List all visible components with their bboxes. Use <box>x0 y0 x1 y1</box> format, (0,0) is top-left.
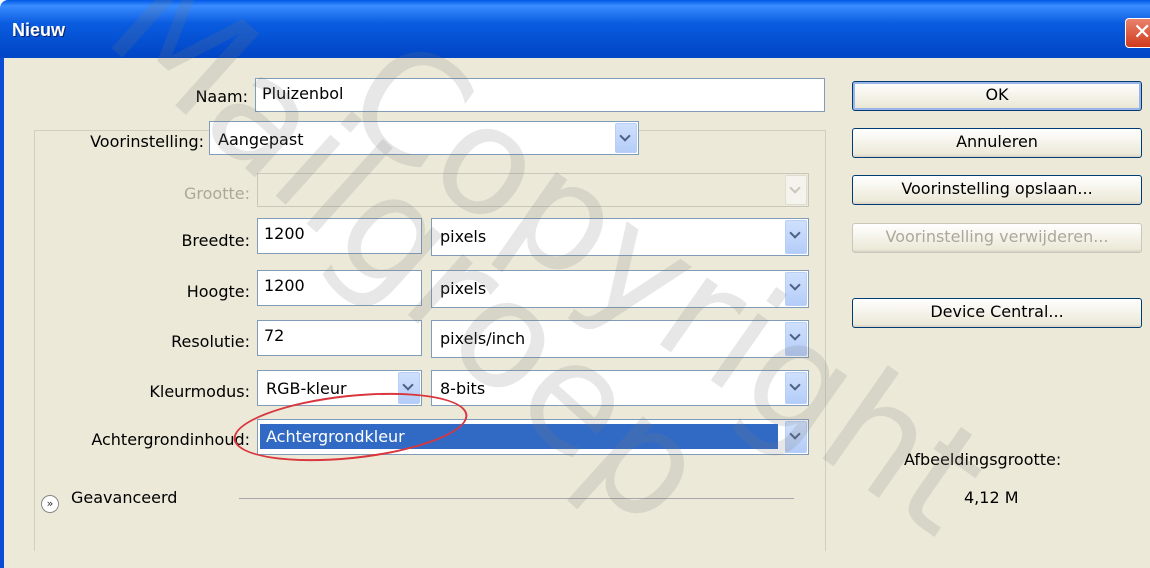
height-input[interactable]: 1200 <box>257 270 422 306</box>
image-size-label: Afbeeldingsgrootte: <box>904 450 1062 469</box>
save-preset-button[interactable]: Voorinstelling opslaan... <box>852 175 1142 205</box>
size-select <box>257 173 809 207</box>
preset-select[interactable]: Aangepast <box>209 121 639 155</box>
chevron-down-icon <box>785 372 807 404</box>
device-central-button[interactable]: Device Central... <box>852 298 1142 328</box>
background-contents-label: Achtergrondinhoud: <box>91 430 250 449</box>
new-document-dialog: Nieuw ✕ Naam: Pluizenbol Voorinstelling:… <box>0 0 1150 568</box>
size-label: Grootte: <box>184 184 250 203</box>
width-label: Breedte: <box>181 231 250 250</box>
dialog-body: Naam: Pluizenbol Voorinstelling: Aangepa… <box>0 58 1150 568</box>
advanced-label[interactable]: Geavanceerd <box>71 488 177 507</box>
chevron-down-icon <box>785 272 807 306</box>
resolution-input[interactable]: 72 <box>257 320 422 356</box>
resolution-unit-select[interactable]: pixels/inch <box>431 320 809 358</box>
name-input[interactable]: Pluizenbol <box>255 78 825 112</box>
width-unit-select[interactable]: pixels <box>431 218 809 256</box>
delete-preset-button: Voorinstelling verwijderen... <box>852 223 1142 253</box>
close-button[interactable]: ✕ <box>1125 18 1150 48</box>
resolution-label: Resolutie: <box>171 332 250 351</box>
window-title: Nieuw <box>12 20 66 40</box>
ok-button[interactable]: OK <box>852 81 1142 111</box>
chevron-down-icon <box>785 220 807 254</box>
width-input[interactable]: 1200 <box>257 218 422 254</box>
title-bar[interactable]: Nieuw ✕ <box>0 0 1150 58</box>
close-icon: ✕ <box>1133 20 1150 45</box>
preset-label: Voorinstelling: <box>59 132 208 151</box>
chevron-down-icon <box>615 123 637 153</box>
chevron-down-icon <box>785 322 807 356</box>
chevron-down-icon <box>785 175 807 205</box>
color-mode-label: Kleurmodus: <box>149 382 250 401</box>
expand-advanced-icon[interactable]: » <box>41 495 59 513</box>
chevron-down-icon <box>785 421 807 453</box>
image-size-value: 4,12 M <box>964 488 1019 507</box>
height-unit-select[interactable]: pixels <box>431 270 809 308</box>
cancel-button[interactable]: Annuleren <box>852 128 1142 158</box>
height-label: Hoogte: <box>186 282 250 301</box>
advanced-divider <box>239 498 794 499</box>
name-label: Naam: <box>195 87 248 106</box>
bit-depth-select[interactable]: 8-bits <box>431 370 809 406</box>
